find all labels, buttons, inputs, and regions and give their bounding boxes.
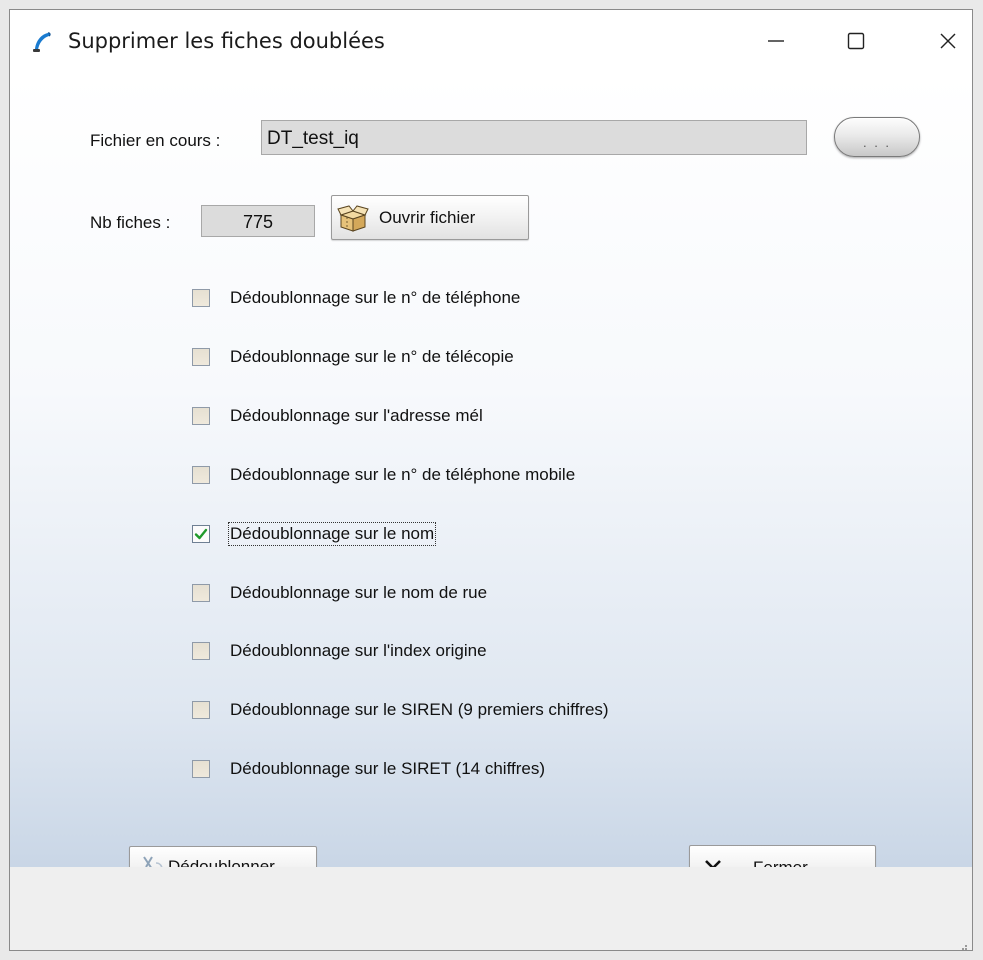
dedup-option-label: Dédoublonnage sur le nom xyxy=(227,522,437,546)
minimize-icon xyxy=(768,40,784,42)
file-label: Fichier en cours : xyxy=(90,131,221,150)
maximize-button[interactable] xyxy=(836,24,876,58)
count-label: Nb fiches : xyxy=(90,213,171,232)
dedup-option-label: Dédoublonnage sur le SIRET (14 chiffres) xyxy=(230,759,545,778)
dedup-checkbox[interactable] xyxy=(192,348,210,366)
record-count-field: 775 xyxy=(201,205,315,237)
open-box-icon xyxy=(337,203,369,233)
dedup-option-label: Dédoublonnage sur le nom de rue xyxy=(230,583,488,602)
browse-button[interactable]: . . . xyxy=(834,117,920,157)
dedup-option-5[interactable]: Dédoublonnage sur le nom xyxy=(192,520,437,548)
close-window-button[interactable] xyxy=(928,24,968,58)
dedup-option-7[interactable]: Dédoublonnage sur l'index origine xyxy=(192,637,488,665)
dedup-option-label: Dédoublonnage sur le n° de télécopie xyxy=(230,347,514,366)
close-icon xyxy=(940,33,956,49)
resize-grip-icon[interactable] xyxy=(958,938,968,950)
dedup-option-4[interactable]: Dédoublonnage sur le n° de téléphone mob… xyxy=(192,461,576,489)
dedup-option-1[interactable]: Dédoublonnage sur le n° de téléphone xyxy=(192,284,521,312)
checkmark-icon xyxy=(194,528,208,540)
dedup-option-6[interactable]: Dédoublonnage sur le nom de rue xyxy=(192,579,488,607)
dedup-checkbox[interactable] xyxy=(192,642,210,660)
dedup-checkbox[interactable] xyxy=(192,525,210,543)
dedup-option-label: Dédoublonnage sur le n° de téléphone xyxy=(230,288,521,307)
dedup-option-3[interactable]: Dédoublonnage sur l'adresse mél xyxy=(192,402,484,430)
window-title: Supprimer les fiches doublées xyxy=(68,29,385,53)
dedup-option-2[interactable]: Dédoublonnage sur le n° de télécopie xyxy=(192,343,515,371)
dedup-checkbox[interactable] xyxy=(192,407,210,425)
app-phone-icon xyxy=(30,30,56,56)
dedup-checkbox[interactable] xyxy=(192,760,210,778)
dedup-checkbox[interactable] xyxy=(192,584,210,602)
dedup-checkbox[interactable] xyxy=(192,701,210,719)
dedup-option-label: Dédoublonnage sur l'index origine xyxy=(230,641,487,660)
dedup-checkbox[interactable] xyxy=(192,466,210,484)
title-bar[interactable]: Supprimer les fiches doublées xyxy=(10,10,972,74)
dedup-option-8[interactable]: Dédoublonnage sur le SIREN (9 premiers c… xyxy=(192,696,610,724)
maximize-icon xyxy=(847,32,865,50)
dedup-checkbox[interactable] xyxy=(192,289,210,307)
current-file-field[interactable]: DT_test_iq xyxy=(261,120,807,155)
open-file-button[interactable]: Ouvrir fichier xyxy=(331,195,529,240)
status-bar xyxy=(10,867,972,950)
dedup-option-label: Dédoublonnage sur l'adresse mél xyxy=(230,406,483,425)
dialog-window: Supprimer les fiches doublées Fichier en… xyxy=(9,9,973,951)
dedup-option-9[interactable]: Dédoublonnage sur le SIRET (14 chiffres) xyxy=(192,755,546,783)
minimize-button[interactable] xyxy=(756,24,796,58)
dedup-option-label: Dédoublonnage sur le SIREN (9 premiers c… xyxy=(230,700,609,719)
dedup-option-label: Dédoublonnage sur le n° de téléphone mob… xyxy=(230,465,576,484)
open-file-button-label: Ouvrir fichier xyxy=(379,207,476,227)
